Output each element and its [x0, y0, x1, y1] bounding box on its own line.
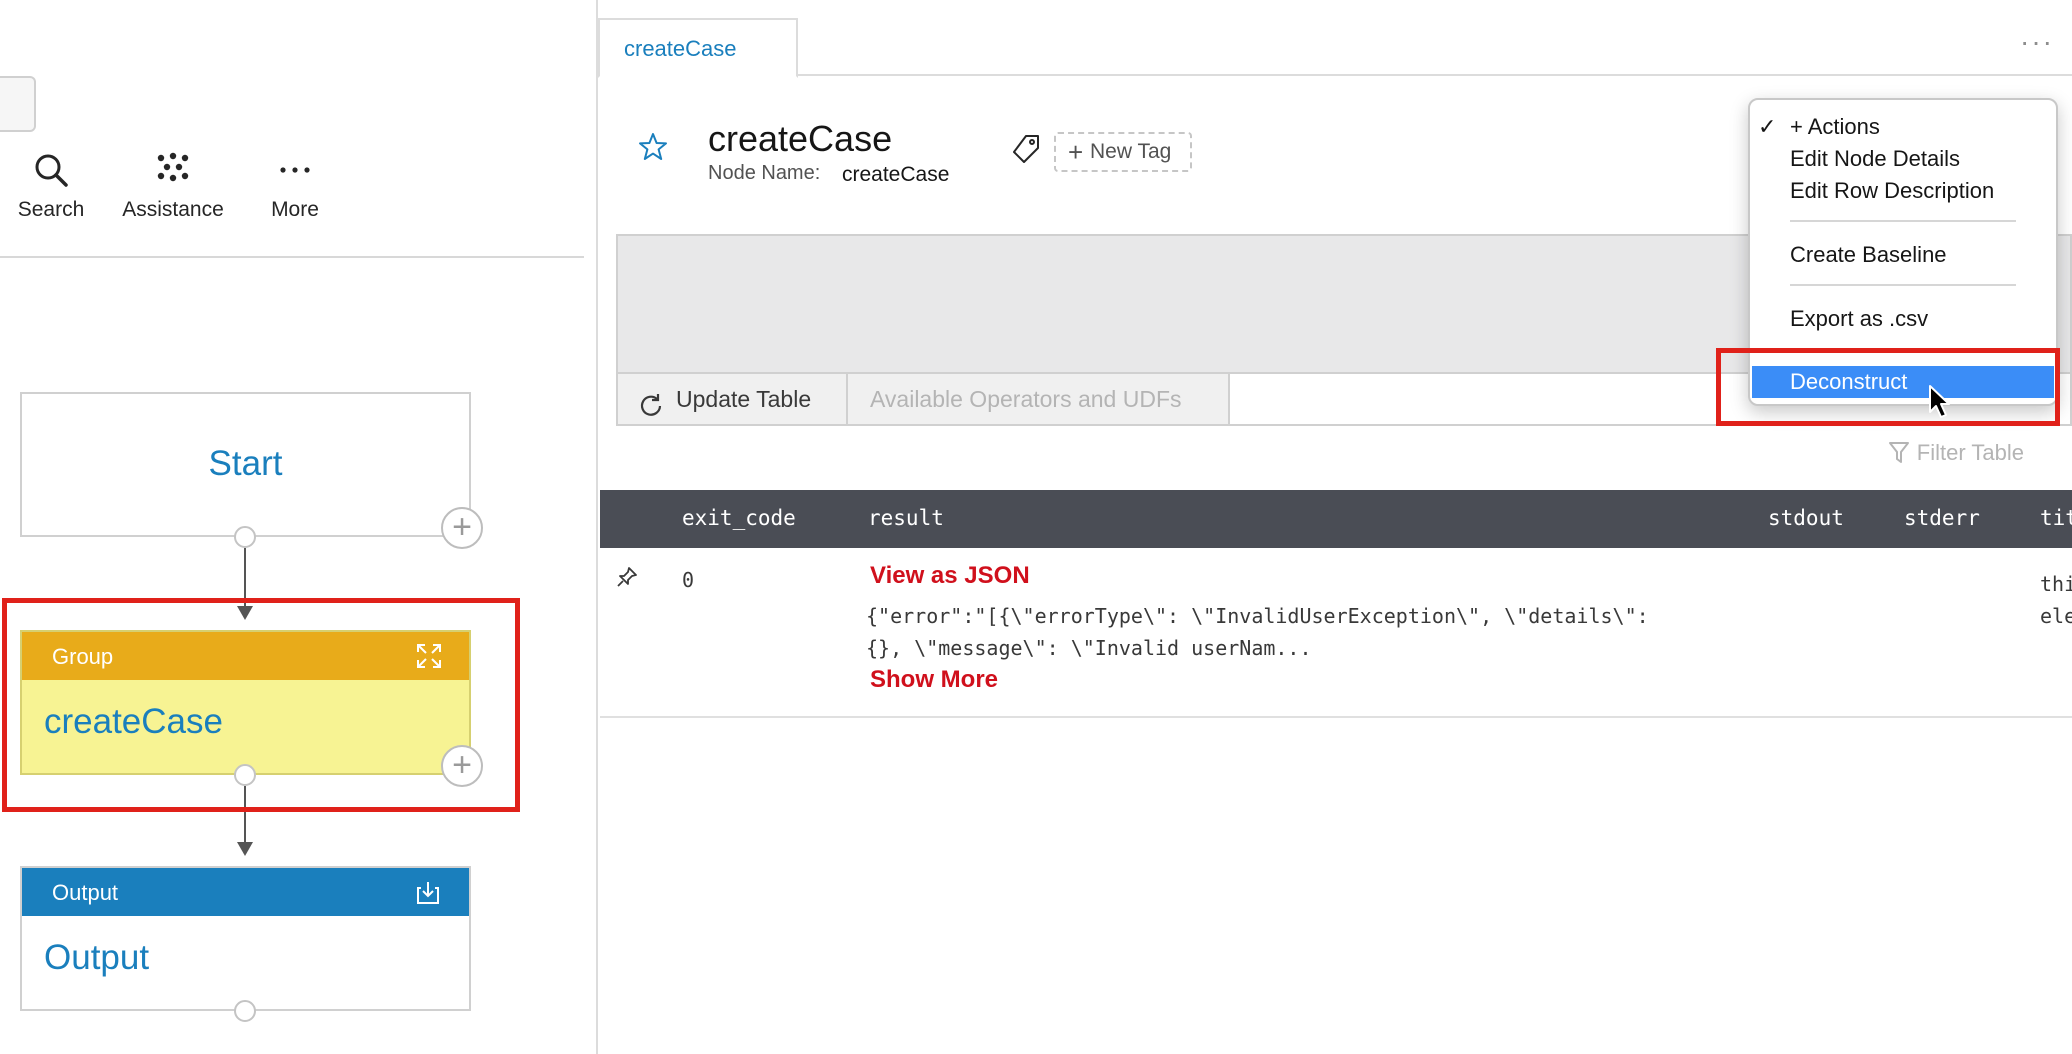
search-tool[interactable]: Search — [16, 150, 86, 222]
view-as-json-link[interactable]: View as JSON — [870, 562, 1030, 590]
refresh-icon — [638, 386, 664, 436]
start-node[interactable]: Start + — [20, 392, 483, 549]
menu-item-create-baseline[interactable]: Create Baseline — [1790, 242, 1947, 268]
column-header-result[interactable]: result — [868, 506, 944, 530]
group-node-title: createCase — [44, 702, 223, 741]
edge-group-to-output — [244, 786, 246, 844]
search-tool-label: Search — [17, 198, 85, 221]
plus-icon: + — [1068, 137, 1084, 167]
mouse-cursor-icon — [1928, 384, 1954, 425]
assistance-icon — [118, 150, 228, 192]
output-node-port[interactable] — [234, 1000, 256, 1022]
flow-panel: Search Assistance More Start + Group cre… — [0, 0, 598, 1054]
available-operators-label: Available Operators and UDFs — [870, 386, 1182, 412]
column-header-stderr[interactable]: stderr — [1904, 506, 1980, 530]
group-node-output-port[interactable] — [234, 764, 256, 786]
menu-item-actions[interactable]: + Actions — [1758, 114, 1880, 140]
menu-item-edit-node-details[interactable]: Edit Node Details — [1790, 146, 1960, 172]
cell-title: this elem — [2040, 568, 2072, 632]
update-table-button[interactable]: Update Table — [618, 374, 848, 424]
output-node-header: Output — [22, 868, 469, 916]
pin-icon[interactable] — [616, 566, 638, 593]
edge-arrow-icon — [237, 842, 253, 856]
menu-divider — [1790, 284, 2016, 286]
output-node-title: Output — [44, 938, 150, 977]
filter-table-label: Filter Table — [1916, 440, 2024, 465]
tab-bar: createCase ··· — [598, 0, 2072, 78]
output-node-header-label: Output — [52, 880, 119, 905]
search-icon — [16, 150, 86, 192]
search-field-stub[interactable] — [0, 76, 36, 132]
filter-icon — [1888, 442, 1909, 470]
more-tool-label: More — [271, 198, 319, 221]
new-tag-label: New Tag — [1090, 140, 1172, 163]
group-node-header-label: Group — [52, 644, 114, 669]
menu-item-deconstruct-label: Deconstruct — [1790, 369, 1908, 394]
show-more-link[interactable]: Show More — [870, 666, 998, 694]
column-header-stdout[interactable]: stdout — [1768, 506, 1844, 530]
tab-createcase-label: createCase — [624, 36, 737, 61]
actions-dropdown-menu: + Actions Edit Node Details Edit Row Des… — [1748, 98, 2058, 406]
new-tag-button[interactable]: + New Tag — [1054, 132, 1192, 172]
menu-item-edit-row-description[interactable]: Edit Row Description — [1790, 178, 1994, 204]
expand-icon[interactable] — [415, 642, 443, 675]
cell-title-line-2: elem — [2040, 604, 2072, 628]
cell-result-line-2: {}, \"message\": \"Invalid userNam... — [866, 636, 1312, 660]
more-tool[interactable]: More — [262, 150, 328, 222]
column-header-exit-code[interactable]: exit_code — [682, 506, 796, 530]
download-icon[interactable] — [417, 880, 439, 909]
overflow-menu-icon[interactable]: ··· — [2020, 26, 2054, 58]
edge-start-to-group — [244, 548, 246, 606]
output-node[interactable]: Output Output — [20, 866, 471, 1011]
filter-table-button[interactable]: Filter Table — [1888, 440, 2024, 466]
start-node-output-port[interactable] — [234, 526, 256, 548]
menu-item-deconstruct[interactable]: Deconstruct — [1752, 366, 2054, 398]
node-name-value: createCase — [842, 163, 950, 186]
menu-item-export-csv[interactable]: Export as .csv — [1790, 306, 1928, 332]
edge-arrow-icon — [237, 606, 253, 620]
cell-exit-code: 0 — [682, 568, 695, 592]
table-row: 0 View as JSON {"error":"[{\"errorType\"… — [600, 548, 2072, 718]
add-node-after-start-button[interactable]: + — [441, 507, 483, 549]
cell-result: {"error":"[{\"errorType\": \"InvalidUser… — [866, 600, 1726, 664]
add-node-after-group-button[interactable]: + — [441, 745, 483, 787]
tag-icon — [1012, 134, 1040, 169]
node-name-label: Node Name: — [708, 162, 821, 184]
cell-result-line-1: {"error":"[{\"errorType\": \"InvalidUser… — [866, 604, 1649, 628]
flow-toolbar: Search Assistance More — [0, 150, 584, 258]
cell-title-line-1: this — [2040, 572, 2072, 596]
update-table-label: Update Table — [676, 386, 812, 412]
tab-createcase[interactable]: createCase — [598, 18, 798, 78]
group-node-header: Group — [22, 632, 469, 680]
assistance-tool[interactable]: Assistance — [118, 150, 228, 222]
assistance-tool-label: Assistance — [122, 198, 224, 221]
node-title: createCase — [708, 118, 893, 159]
group-node-createcase[interactable]: Group createCase + — [20, 630, 483, 787]
star-icon[interactable] — [638, 132, 668, 167]
available-operators-button[interactable]: Available Operators and UDFs — [848, 374, 1230, 424]
start-node-label: Start — [208, 444, 283, 483]
results-table-header: exit_code result stdout stderr title — [600, 490, 2072, 548]
column-header-title[interactable]: title — [2040, 506, 2072, 530]
flow-canvas[interactable]: Start + Group createCase + Output Output — [0, 260, 596, 1050]
menu-divider — [1790, 220, 2016, 222]
more-icon — [262, 150, 328, 192]
